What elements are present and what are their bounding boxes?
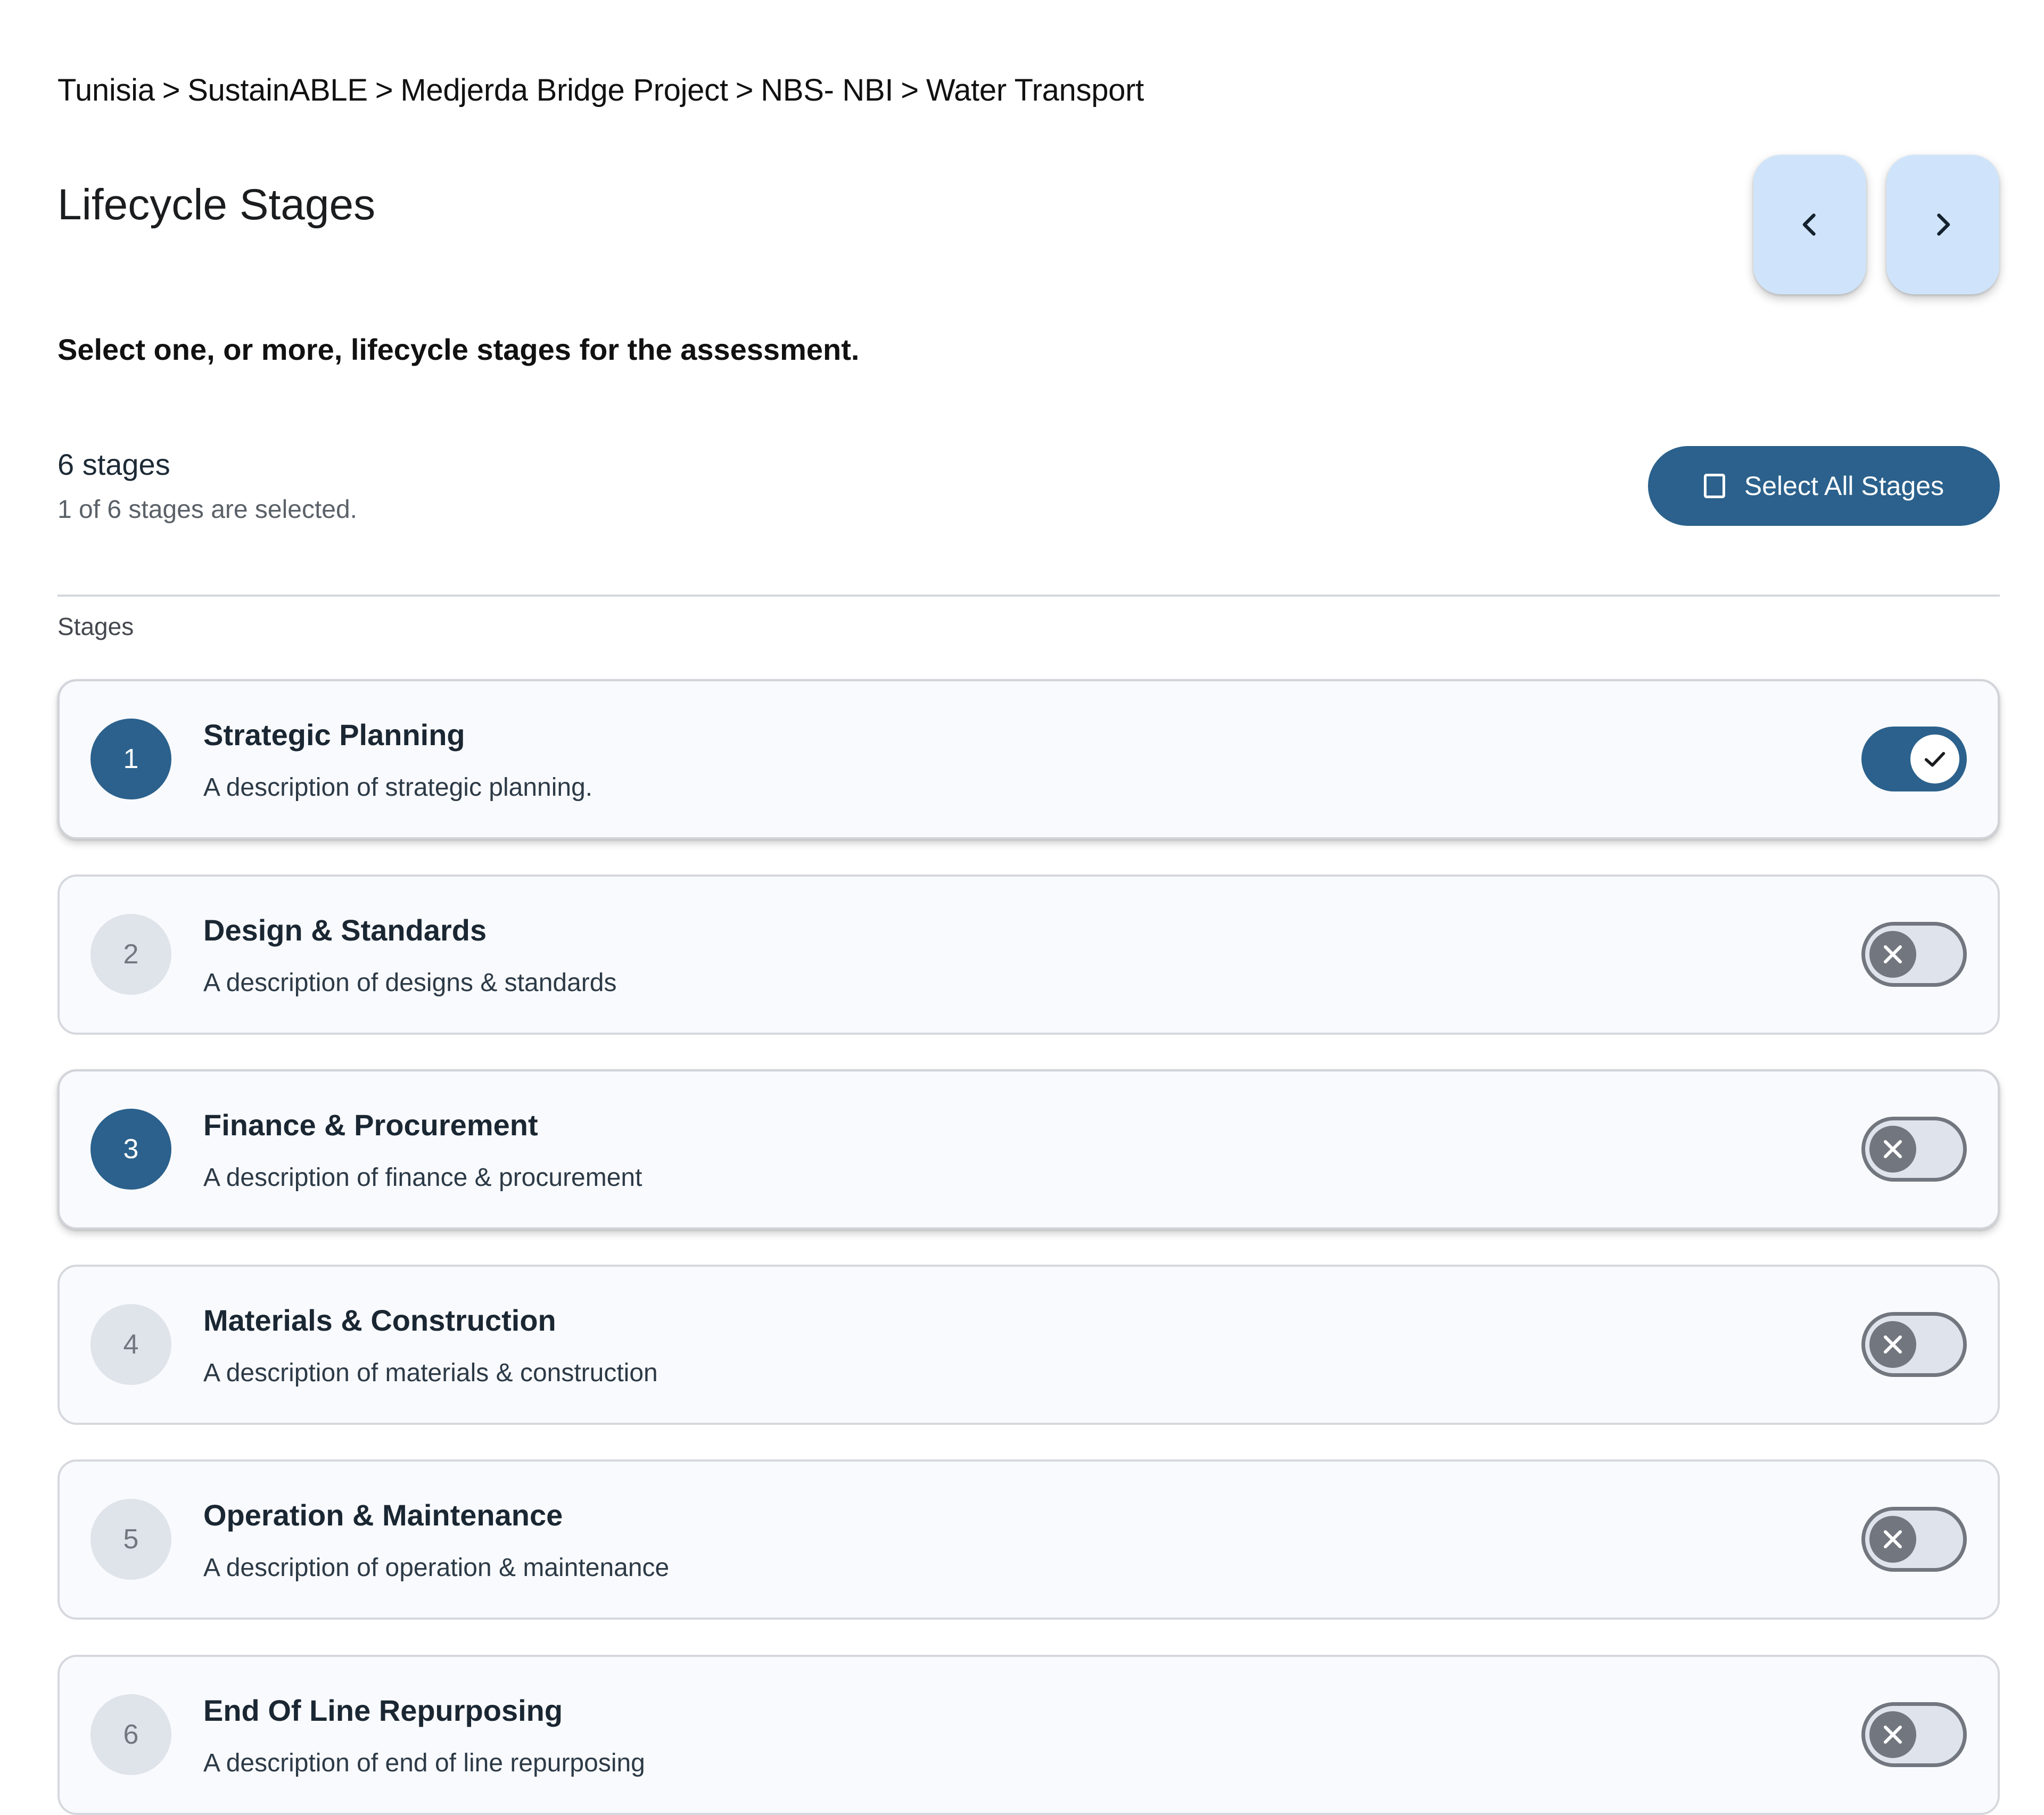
close-icon	[1883, 1725, 1902, 1744]
page-title: Lifecycle Stages	[57, 180, 376, 229]
stage-description: A description of operation & maintenance	[203, 1554, 670, 1582]
stage-title: End Of Line Repurposing	[203, 1693, 563, 1727]
stage-card-3[interactable]: 3 Finance & Procurement A description of…	[57, 1069, 2000, 1230]
check-icon	[1924, 752, 1946, 767]
breadcrumb-item-project[interactable]: Medjerda Bridge Project	[400, 73, 728, 108]
breadcrumb: Tunisia > SustainABLE > Medjerda Bridge Proj…	[57, 72, 1144, 108]
toggle-thumb	[1910, 735, 1959, 783]
breadcrumb-separator: >	[735, 73, 754, 108]
breadcrumb-item-current: Water Transport	[926, 73, 1144, 108]
stage-toggle[interactable]	[1861, 727, 1967, 791]
breadcrumb-item-country[interactable]: Tunisia	[57, 73, 155, 108]
toggle-thumb	[1869, 1516, 1916, 1563]
stage-description: A description of materials & constructio…	[203, 1358, 658, 1387]
breadcrumb-item-program[interactable]: SustainABLE	[187, 73, 368, 108]
select-all-label: Select All Stages	[1744, 471, 1944, 501]
stage-title: Strategic Planning	[203, 718, 465, 752]
instruction-text: Select one, or more, lifecycle stages fo…	[57, 333, 860, 366]
close-icon	[1883, 1140, 1902, 1159]
section-label: Stages	[57, 613, 134, 640]
stage-card-4[interactable]: 4 Materials & Construction A description…	[57, 1264, 2000, 1425]
stage-description: A description of finance & procurement	[203, 1164, 642, 1192]
toggle-thumb	[1869, 930, 1916, 978]
next-button[interactable]	[1886, 155, 1999, 294]
stage-title: Operation & Maintenance	[203, 1498, 563, 1532]
stage-card-5[interactable]: 5 Operation & Maintenance A description …	[57, 1459, 2000, 1620]
stage-toggle[interactable]	[1861, 1507, 1967, 1572]
stage-toggle[interactable]	[1861, 921, 1967, 987]
select-all-stages-button[interactable]: Select All Stages	[1648, 446, 2000, 526]
breadcrumb-separator: >	[901, 73, 919, 108]
stage-description: A description of strategic planning.	[203, 773, 593, 802]
selected-count: 1 of 6 stages are selected.	[57, 496, 358, 524]
close-icon	[1883, 1530, 1902, 1549]
stage-toggle[interactable]	[1861, 1117, 1967, 1182]
toggle-thumb	[1869, 1126, 1916, 1173]
stage-count: 6 stages	[57, 448, 170, 481]
stage-description: A description of designs & standards	[203, 968, 617, 997]
toggle-thumb	[1869, 1711, 1916, 1758]
stage-toggle[interactable]	[1861, 1702, 1967, 1767]
stage-card-2[interactable]: 2 Design & Standards A description of de…	[57, 874, 2000, 1035]
stage-title: Finance & Procurement	[203, 1108, 538, 1142]
toggle-thumb	[1869, 1321, 1916, 1368]
divider	[57, 595, 2000, 597]
stage-toggle[interactable]	[1861, 1311, 1967, 1377]
stage-title: Materials & Construction	[203, 1303, 556, 1337]
stage-number-badge: 1	[90, 719, 171, 799]
chevron-right-icon	[1937, 213, 1950, 236]
stage-number-badge: 2	[90, 913, 171, 995]
stage-number-badge: 6	[90, 1694, 171, 1775]
close-icon	[1883, 1335, 1902, 1354]
breadcrumb-separator: >	[162, 73, 180, 108]
breadcrumb-item-category[interactable]: NBS- NBI	[761, 73, 893, 108]
close-icon	[1883, 945, 1902, 963]
chevron-left-icon	[1802, 213, 1816, 236]
stage-number-badge: 5	[90, 1499, 171, 1580]
stage-description: A description of end of line repurposing	[203, 1748, 645, 1777]
checkbox-outline-icon	[1703, 474, 1725, 498]
previous-button[interactable]	[1753, 155, 1866, 294]
breadcrumb-separator: >	[375, 73, 393, 108]
stage-title: Design & Standards	[203, 913, 487, 947]
stage-number-badge: 4	[90, 1304, 171, 1385]
stage-number-badge: 3	[90, 1109, 171, 1190]
stage-card-1[interactable]: 1 Strategic Planning A description of st…	[57, 679, 2000, 839]
stage-card-6[interactable]: 6 End Of Line Repurposing A description …	[57, 1654, 2000, 1815]
